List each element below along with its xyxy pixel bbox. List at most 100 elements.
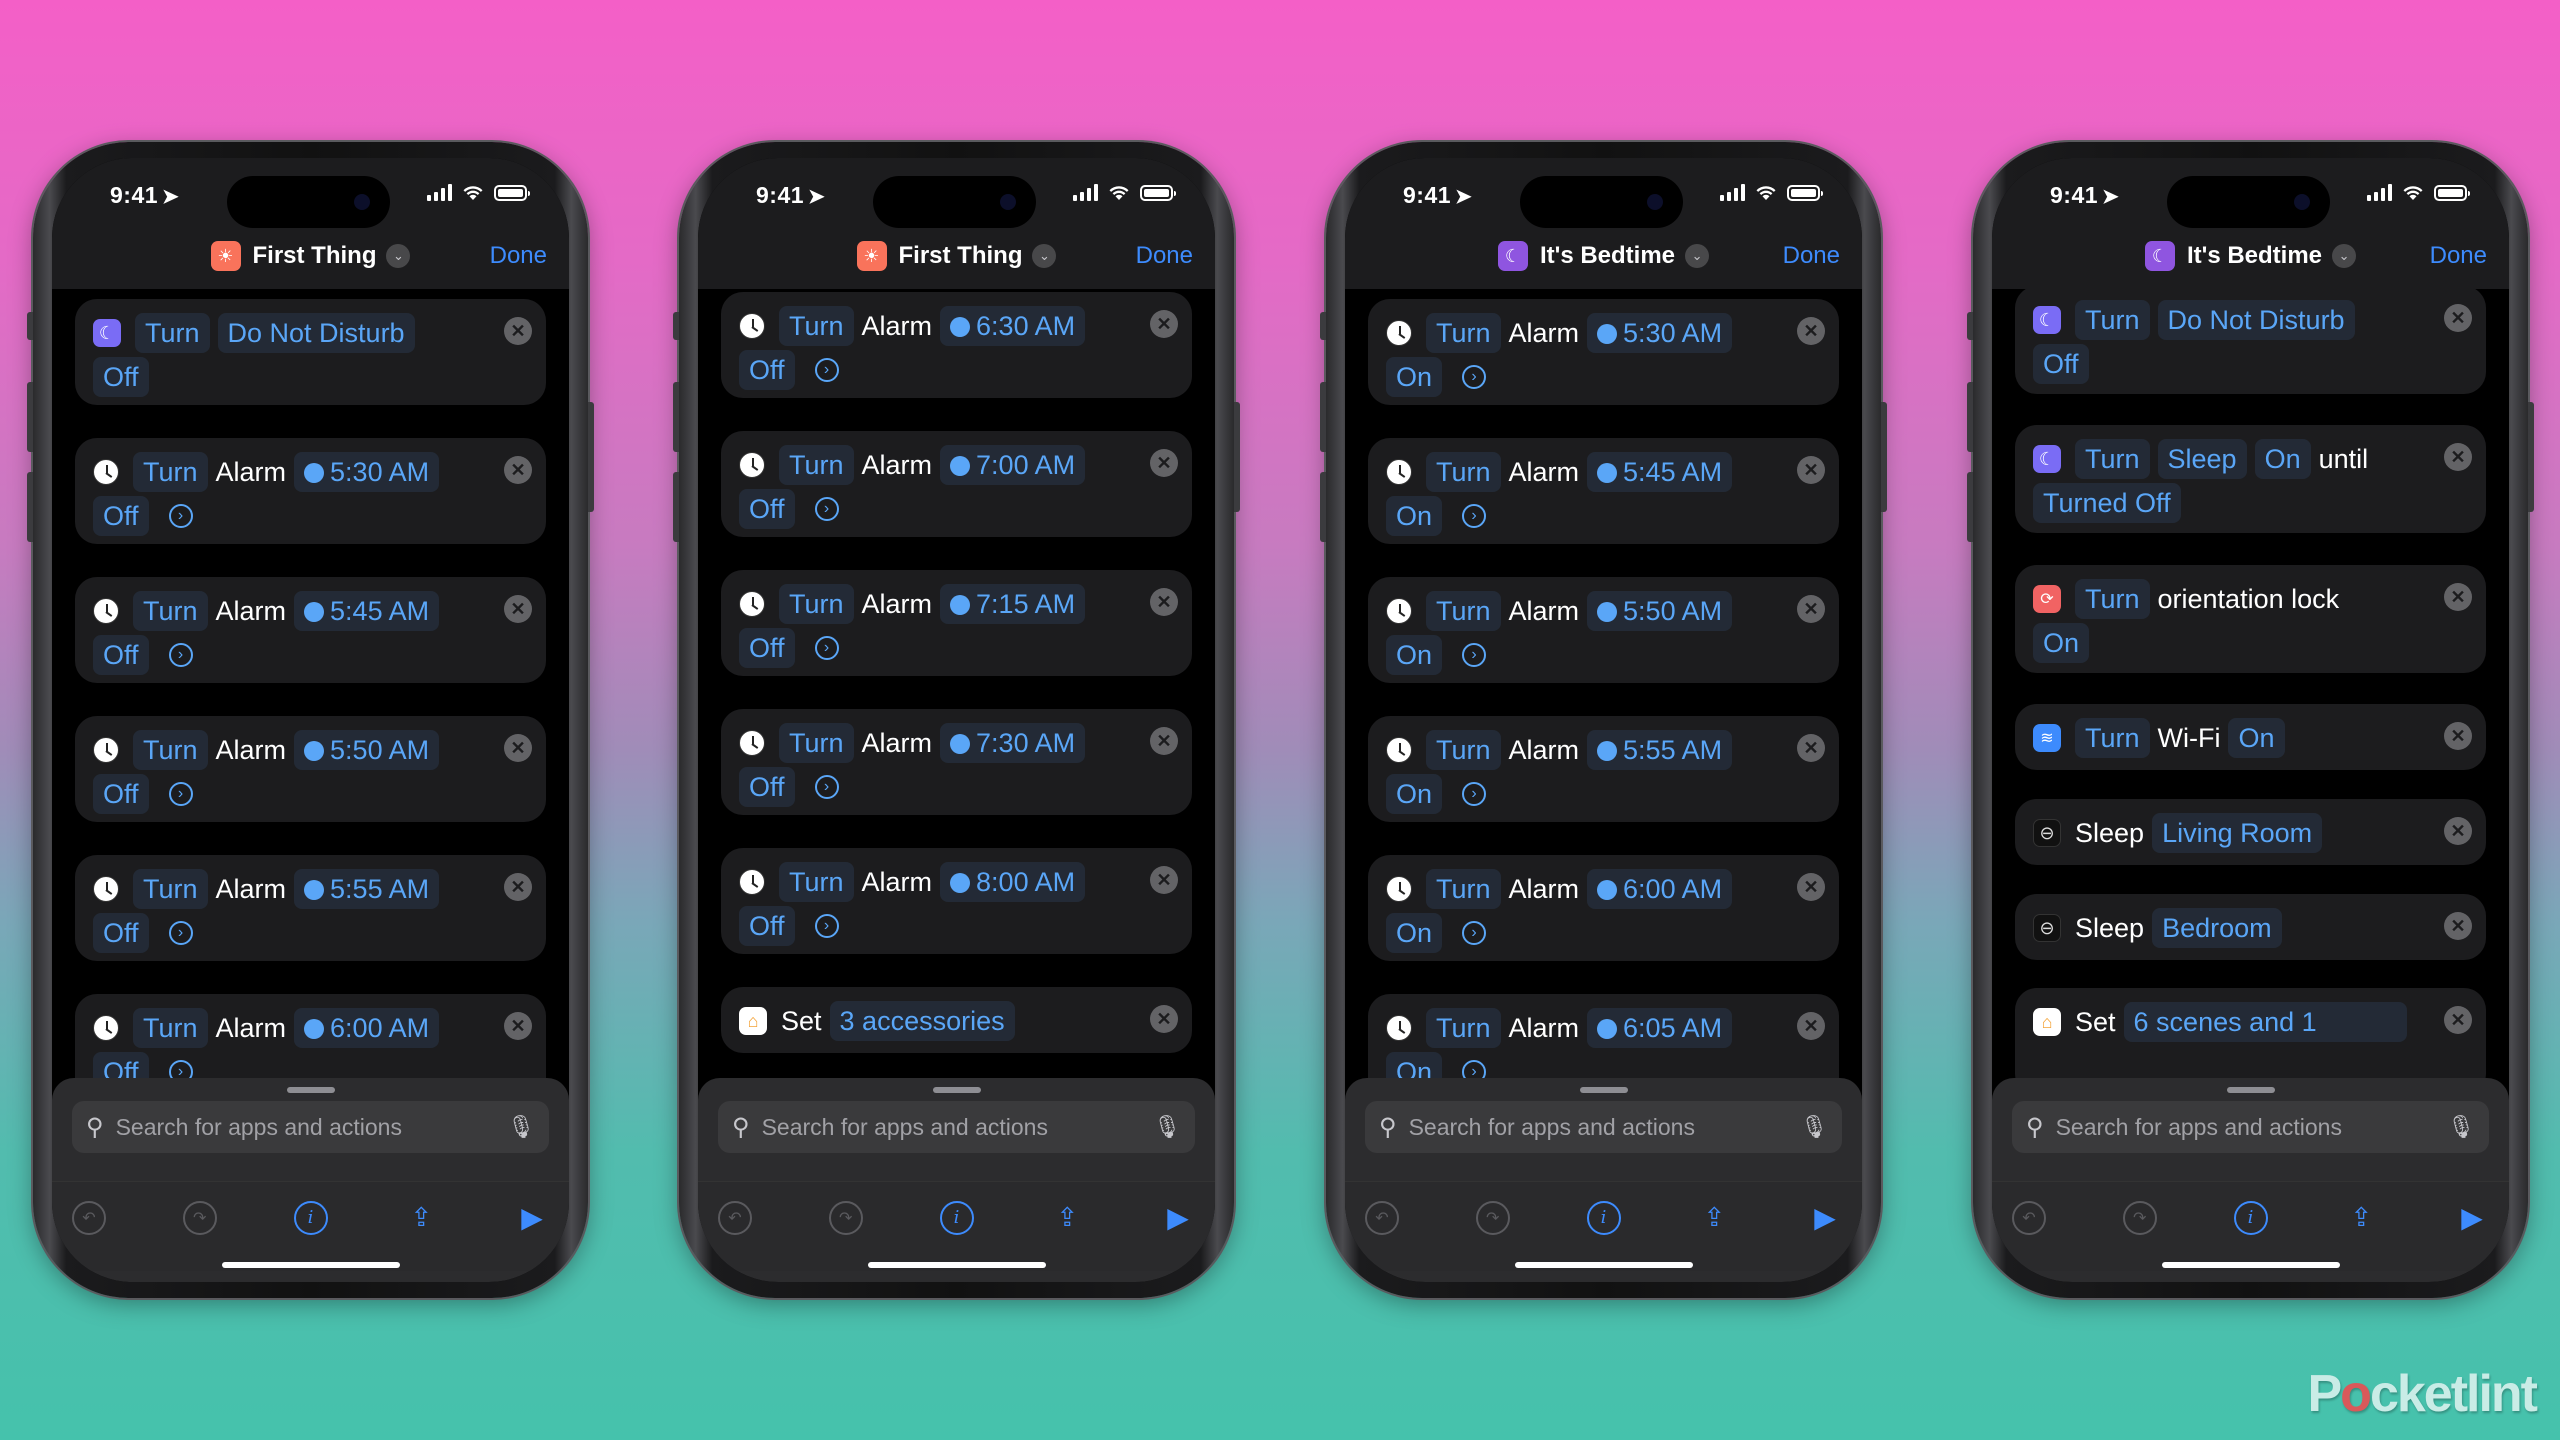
state-token[interactable]: On [1386, 635, 1443, 675]
show-more-icon[interactable]: › [1462, 365, 1487, 389]
search-input[interactable] [1406, 1112, 1801, 1142]
state-token[interactable]: On [1386, 496, 1443, 536]
alarm-token[interactable]: 6:30 AM [940, 306, 1086, 346]
home-indicator[interactable] [1514, 1262, 1693, 1268]
search-input[interactable] [2053, 1112, 2448, 1142]
state-token[interactable]: On [2033, 623, 2090, 663]
remove-action-button[interactable]: ✕ [1797, 317, 1825, 345]
search-field[interactable]: ⚲ 🎙 [72, 1101, 549, 1153]
remove-action-button[interactable]: ✕ [2444, 583, 2472, 611]
microphone-icon[interactable]: 🎙 [507, 1114, 535, 1140]
done-button[interactable]: Done [1136, 242, 1193, 270]
verb-token[interactable]: Turn [1426, 1008, 1501, 1048]
action-card[interactable]: ☾ Turn Do Not Disturb Off ✕ [2015, 286, 2486, 394]
action-card[interactable]: Turn Alarm 8:00 AM Off › ✕ [721, 848, 1192, 954]
run-play-icon[interactable]: ▶ [2455, 1201, 2489, 1235]
state-token[interactable]: On [1386, 774, 1443, 814]
done-button[interactable]: Done [2430, 242, 2487, 270]
device-token[interactable]: Bedroom [2152, 908, 2282, 948]
verb-token[interactable]: Turn [1426, 313, 1501, 353]
state-token[interactable]: Off [93, 357, 149, 397]
verb-token[interactable]: Turn [1426, 452, 1501, 492]
verb-token[interactable]: Turn [133, 869, 208, 909]
remove-action-button[interactable]: ✕ [504, 456, 532, 484]
verb-token[interactable]: Turn [1426, 869, 1501, 909]
search-input[interactable] [759, 1112, 1154, 1142]
done-button[interactable]: Done [1783, 242, 1840, 270]
verb-token[interactable]: Turn [133, 730, 208, 770]
verb-token[interactable]: Turn [2075, 300, 2150, 340]
remove-action-button[interactable]: ✕ [2444, 722, 2472, 750]
focus-token[interactable]: Sleep [2157, 439, 2247, 479]
remove-action-button[interactable]: ✕ [2444, 443, 2472, 471]
alarm-token[interactable]: 5:50 AM [1587, 591, 1733, 631]
search-field[interactable]: ⚲ 🎙 [718, 1101, 1195, 1153]
show-more-icon[interactable]: › [814, 775, 839, 799]
action-card[interactable]: Turn Alarm 5:55 AM Off › ✕ [75, 855, 546, 961]
focus-token[interactable]: Do Not Disturb [217, 313, 415, 353]
action-card[interactable]: Turn Alarm 7:30 AM Off › ✕ [721, 709, 1192, 815]
remove-action-button[interactable]: ✕ [1150, 1005, 1178, 1033]
action-card[interactable]: Turn Alarm 6:00 AM On › ✕ [1368, 855, 1839, 961]
state-token[interactable]: Off [739, 628, 795, 668]
action-card[interactable]: Turn Alarm 6:30 AM Off › ✕ [721, 292, 1192, 398]
remove-action-button[interactable]: ✕ [504, 873, 532, 901]
verb-token[interactable]: Turn [779, 306, 854, 346]
run-play-icon[interactable]: ▶ [1808, 1201, 1842, 1235]
microphone-icon[interactable]: 🎙 [2447, 1114, 2475, 1140]
action-card[interactable]: ⟳ Turn orientation lock On ✕ [2015, 565, 2486, 673]
action-card[interactable]: ⊖ Sleep Bedroom ✕ [2015, 894, 2486, 960]
sheet-grabber[interactable] [286, 1087, 335, 1093]
verb-token[interactable]: Turn [779, 584, 854, 624]
focus-token[interactable]: Do Not Disturb [2157, 300, 2355, 340]
action-card[interactable]: Turn Alarm 5:50 AM Off › ✕ [75, 716, 546, 822]
remove-action-button[interactable]: ✕ [504, 317, 532, 345]
alarm-token[interactable]: 6:00 AM [294, 1008, 440, 1048]
search-field[interactable]: ⚲ 🎙 [1365, 1101, 1842, 1153]
alarm-token[interactable]: 5:45 AM [294, 591, 440, 631]
remove-action-button[interactable]: ✕ [2444, 1006, 2472, 1034]
sheet-grabber[interactable] [1579, 1087, 1628, 1093]
action-card[interactable]: Turn Alarm 5:45 AM Off › ✕ [75, 577, 546, 683]
remove-action-button[interactable]: ✕ [2444, 817, 2472, 845]
remove-action-button[interactable]: ✕ [1150, 866, 1178, 894]
remove-action-button[interactable]: ✕ [1797, 873, 1825, 901]
verb-token[interactable]: Turn [1426, 730, 1501, 770]
action-card[interactable]: Turn Alarm 5:45 AM On › ✕ [1368, 438, 1839, 544]
state-token[interactable]: On [1386, 913, 1443, 953]
action-card[interactable]: Turn Alarm 5:50 AM On › ✕ [1368, 577, 1839, 683]
action-card[interactable]: ≋ Turn Wi-Fi On ✕ [2015, 704, 2486, 770]
alarm-token[interactable]: 5:55 AM [1587, 730, 1733, 770]
undo-icon[interactable]: ↶ [72, 1200, 106, 1235]
share-icon[interactable]: ⇪ [1697, 1201, 1731, 1235]
show-more-icon[interactable]: › [814, 914, 839, 938]
chevron-down-icon[interactable]: ⌄ [1685, 244, 1710, 268]
remove-action-button[interactable]: ✕ [1797, 1012, 1825, 1040]
share-icon[interactable]: ⇪ [1050, 1201, 1084, 1235]
verb-token[interactable]: Turn [2075, 439, 2150, 479]
scenes-token[interactable]: 6 scenes and 1 [2123, 1002, 2407, 1042]
accessories-token[interactable]: 3 accessories [829, 1001, 1015, 1041]
state-token[interactable]: On [1386, 357, 1443, 397]
state-token[interactable]: Off [93, 496, 149, 536]
info-icon[interactable]: i [939, 1200, 974, 1235]
alarm-token[interactable]: 7:00 AM [940, 445, 1086, 485]
share-icon[interactable]: ⇪ [2344, 1201, 2378, 1235]
remove-action-button[interactable]: ✕ [1797, 734, 1825, 762]
show-more-icon[interactable]: › [1462, 504, 1487, 528]
remove-action-button[interactable]: ✕ [1150, 727, 1178, 755]
state-token[interactable]: Off [739, 767, 795, 807]
action-card[interactable]: ☾ Turn Do Not Disturb Off ✕ [75, 299, 546, 405]
verb-token[interactable]: Turn [1426, 591, 1501, 631]
alarm-token[interactable]: 6:05 AM [1587, 1008, 1733, 1048]
verb-token[interactable]: Turn [779, 862, 854, 902]
action-card[interactable]: ⌂ Set 3 accessories ✕ [721, 987, 1192, 1053]
alarm-token[interactable]: 8:00 AM [940, 862, 1086, 902]
search-input[interactable] [113, 1112, 508, 1142]
alarm-token[interactable]: 5:30 AM [294, 452, 440, 492]
show-more-icon[interactable]: › [814, 636, 839, 660]
action-card[interactable]: Turn Alarm 5:55 AM On › ✕ [1368, 716, 1839, 822]
remove-action-button[interactable]: ✕ [1150, 310, 1178, 338]
action-card[interactable]: Turn Alarm 5:30 AM Off › ✕ [75, 438, 546, 544]
state-token[interactable]: Off [93, 635, 149, 675]
